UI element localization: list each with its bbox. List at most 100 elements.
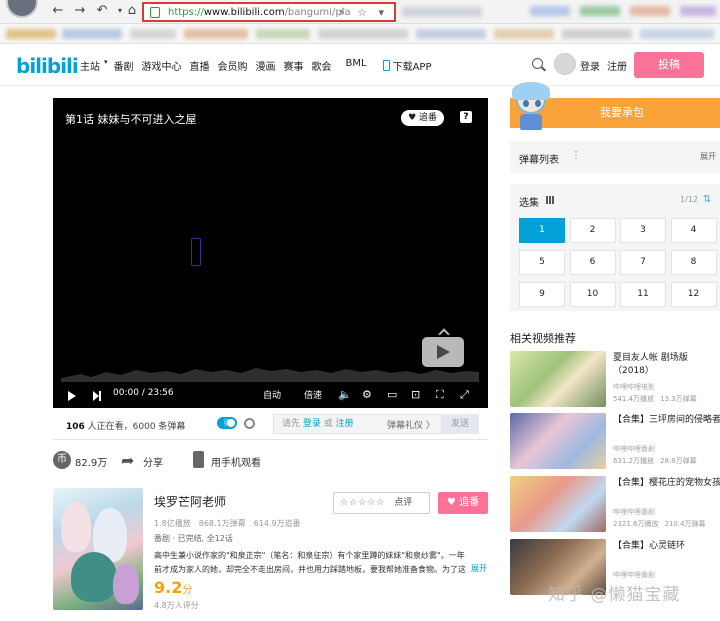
recommend-title-text[interactable]: 夏目友人帐 剧场版（2018） [613,352,720,378]
blurred-bookmark[interactable] [562,29,632,39]
web-fullscreen-icon[interactable]: ⛶ [436,388,444,402]
episode-button[interactable]: 8 [670,250,717,275]
nav-item-bml[interactable]: BML [346,58,367,73]
download-app-link[interactable]: 下载APP [382,58,431,73]
more-options-icon[interactable]: ⋮ [571,150,581,161]
show-poster[interactable] [53,488,143,610]
recommend-title-text[interactable]: 【合集】三坪房间的侵略者 [613,414,720,427]
danmaku-etiquette-link[interactable]: 弹幕礼仪 〉 [387,418,435,431]
episode-button[interactable]: 2 [569,218,616,243]
next-episode-icon[interactable] [93,391,101,401]
video-player[interactable]: 第1话 妹妹与不可进入之屋 ♥ 追番 ? 00:00 / 23:56 自动 倍速… [53,98,488,408]
coin-icon[interactable]: 币 [53,451,71,469]
recommend-thumbnail[interactable] [510,413,606,469]
recommend-thumbnail[interactable] [510,476,606,532]
back-arrow-icon[interactable]: ← [50,3,66,19]
nav-item-game-center[interactable]: 游戏中心 [142,58,182,73]
nav-item-manga[interactable]: 漫画 [256,58,276,73]
episode-button[interactable]: 11 [620,282,666,307]
episode-button[interactable]: 4 [670,218,717,243]
nav-item-main[interactable]: 主站 [80,58,100,73]
blurred-bookmark[interactable] [130,29,176,39]
episode-button[interactable]: 6 [569,250,616,275]
danmaku-settings-icon[interactable] [244,418,255,429]
recommend-title-text[interactable]: 【合集】樱花庄的宠物女孩 [613,477,720,490]
episode-button[interactable]: 7 [620,250,666,275]
blurred-bookmark[interactable] [62,29,122,39]
bilibili-logo[interactable]: bilibili [16,54,79,78]
show-title[interactable]: 埃罗芒阿老师 [154,493,226,510]
widescreen-icon[interactable]: ⊡ [411,388,420,401]
blurred-bookmark[interactable] [494,29,554,39]
recommend-title-text[interactable]: 【合集】心灵链环 [613,540,720,553]
player-follow-button[interactable]: ♥ 追番 [401,110,444,126]
forward-arrow-icon[interactable]: → [72,3,88,19]
grid-view-icon[interactable] [546,196,554,204]
blurred-tabs [402,7,482,17]
nav-item-bangumi[interactable]: 番剧 [114,58,134,73]
blurred-bookmark[interactable] [640,29,714,39]
rating-count: 4.8万人评分 [154,601,199,610]
danmaku-list-panel[interactable]: 弹幕列表 ⋮ 展开 [510,141,720,173]
episode-button[interactable]: 12 [670,282,717,307]
reload-icon[interactable]: ↶ [94,3,110,19]
episode-button[interactable]: 1 [519,218,565,243]
show-status: 番剧 · 已完结, 全12话 [154,534,233,543]
danmaku-toggle-label: 弹 [224,419,231,427]
follow-show-button[interactable]: ♥ 追番 [438,492,488,514]
home-icon[interactable]: ⌂ [124,3,140,19]
rate-button[interactable]: ☆☆☆☆☆ 点评 [333,492,430,514]
search-icon[interactable] [532,58,543,69]
recommend-uploader[interactable]: 哔哩哔哩电影 [613,382,655,392]
share-icon[interactable]: ➦ [121,451,134,470]
recommend-item[interactable]: 【合集】樱花庄的宠物女孩 哔哩哔哩番剧 2321.6万播放 210.4万弹幕 [510,476,720,534]
episode-button[interactable]: 3 [620,218,666,243]
watch-on-mobile-button[interactable]: 用手机观看 [211,454,261,469]
expand-description-link[interactable]: 展开 [471,563,487,574]
browser-profile-avatar[interactable] [6,0,38,18]
recommend-uploader[interactable]: 哔哩哔哩番剧 [613,507,655,517]
nav-dropdown-icon[interactable]: ▾ [104,58,108,73]
sort-icon[interactable]: ⇅ [703,194,711,205]
nav-item-esports[interactable]: 赛事 [284,58,304,73]
play-icon[interactable] [68,391,76,401]
send-danmaku-button[interactable]: 发送 [441,414,479,434]
blurred-bookmark[interactable] [256,29,310,39]
blurred-bookmark[interactable] [6,29,56,39]
speed-selector[interactable]: 倍速 [304,388,322,401]
episode-panel-title: 选集 [519,198,539,209]
episode-button[interactable]: 10 [569,282,616,307]
quality-selector[interactable]: 自动 [263,388,281,401]
recommend-item[interactable]: 【合集】三坪房间的侵略者 哔哩哔哩番剧 631.2万播放 28.8万弹幕 [510,413,720,471]
nav-item-live[interactable]: 直播 [190,58,210,73]
nav-item-mall[interactable]: 会员购 [218,58,248,73]
danmaku-list-expand[interactable]: 展开 [700,151,716,162]
main-nav: 主站 ▾ 番剧 游戏中心 直播 会员购 漫画 赛事 歌会 BML 下载APP [80,58,439,73]
login-link[interactable]: 登录 [580,58,600,73]
recommend-uploader[interactable]: 哔哩哔哩番剧 [613,444,655,454]
recommend-item[interactable]: 夏目友人帐 剧场版（2018） 哔哩哔哩电影 541.4万播放 13.3万弹幕 [510,351,720,409]
recommend-thumbnail[interactable] [510,351,606,407]
mascot-image [510,80,550,132]
register-link[interactable]: 注册 [607,58,627,73]
danmaku-login-link[interactable]: 登录 [303,419,321,429]
address-bar[interactable]: https://www.bilibili.com/bangumi/pla ⚡ ☆… [142,2,396,22]
help-icon[interactable]: ? [460,111,472,123]
fullscreen-icon[interactable]: ⤢ [460,388,469,402]
danmaku-register-link[interactable]: 注册 [336,419,354,429]
nav-item-concert[interactable]: 歌会 [312,58,332,73]
avatar[interactable] [554,53,576,75]
settings-gear-icon[interactable]: ⚙ [362,388,372,401]
mobile-phone-icon[interactable] [193,451,204,468]
blurred-bookmark[interactable] [318,29,408,39]
blurred-bookmark[interactable] [184,29,248,39]
share-button[interactable]: 分享 [143,454,163,469]
recommend-uploader[interactable]: 哔哩哔哩番剧 [613,570,655,580]
blurred-bookmark[interactable] [416,29,486,39]
episode-button[interactable]: 5 [519,250,565,275]
submit-video-button[interactable]: 投稿 [634,52,704,78]
volume-icon[interactable]: 🔈 [338,388,352,401]
episode-button[interactable]: 9 [519,282,565,307]
picture-in-picture-icon[interactable]: ▭ [387,388,397,401]
address-bar-icons[interactable]: ⚡ ☆ ▾ [338,6,388,19]
